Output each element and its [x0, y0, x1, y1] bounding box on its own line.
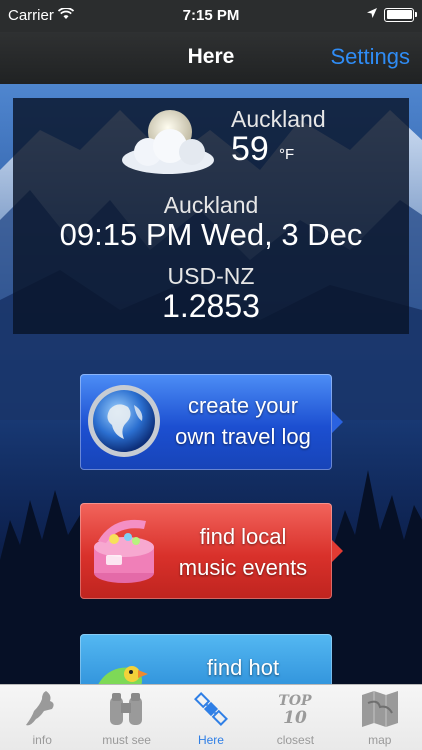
top-10-icon-text-line2: 10 [283, 708, 307, 728]
tab-bar: info must see Here TOP 10 closest map [0, 684, 422, 750]
currency-rate: 1.2853 [162, 288, 260, 324]
tab-label: Here [197, 733, 224, 747]
currency-pair: USD-NZ [167, 263, 255, 289]
local-info-panel: Auckland 59 °F Auckland 09:15 PM Wed, 3 … [13, 98, 409, 334]
tab-here[interactable]: Here [169, 685, 253, 750]
tab-label: info [32, 733, 52, 747]
find-hot-label-line1: find hot [206, 655, 280, 680]
button-arrow-tail [332, 540, 343, 562]
satellite-icon [193, 692, 228, 726]
button-arrow-tail [332, 411, 343, 433]
travel-log-button[interactable]: create your own travel log [80, 374, 343, 470]
tab-info[interactable]: info [0, 685, 84, 750]
tab-map[interactable]: map [338, 685, 422, 750]
navigation-bar: Here Settings [0, 32, 422, 84]
travel-log-label-line1: create your [187, 393, 299, 418]
music-events-label-line1: find local [199, 524, 287, 549]
top-10-icon: TOP 10 [279, 693, 313, 728]
battery-icon [384, 7, 417, 22]
location-arrow-icon [366, 6, 378, 23]
music-events-label-line2: music events [178, 555, 308, 580]
tab-must-see[interactable]: must see [84, 685, 168, 750]
status-time: 7:15 PM [182, 7, 240, 24]
local-datetime: 09:15 PM Wed, 3 Dec [59, 217, 363, 252]
settings-button[interactable]: Settings [331, 44, 411, 70]
tab-closest[interactable]: TOP 10 closest [253, 685, 337, 750]
clock-city: Auckland [163, 192, 259, 218]
folded-map-icon [361, 691, 398, 727]
new-zealand-map-icon [26, 691, 54, 726]
tab-label: must see [102, 733, 151, 747]
night-cloud-moon-icon [122, 110, 214, 174]
weather-temperature: 59 [231, 130, 269, 168]
weather-unit: °F [279, 146, 295, 163]
weather-city: Auckland [231, 106, 326, 132]
binoculars-icon [110, 693, 143, 725]
top-10-icon-text-line1: TOP [279, 693, 313, 709]
globe-icon [88, 385, 160, 457]
tab-label: map [368, 733, 392, 747]
music-events-button[interactable]: find local music events [80, 503, 343, 599]
status-bar: Carrier 7:15 PM [0, 0, 422, 32]
travel-log-label-line2: own travel log [175, 424, 311, 449]
tab-label: closest [276, 733, 315, 747]
music-box-icon [94, 519, 154, 583]
